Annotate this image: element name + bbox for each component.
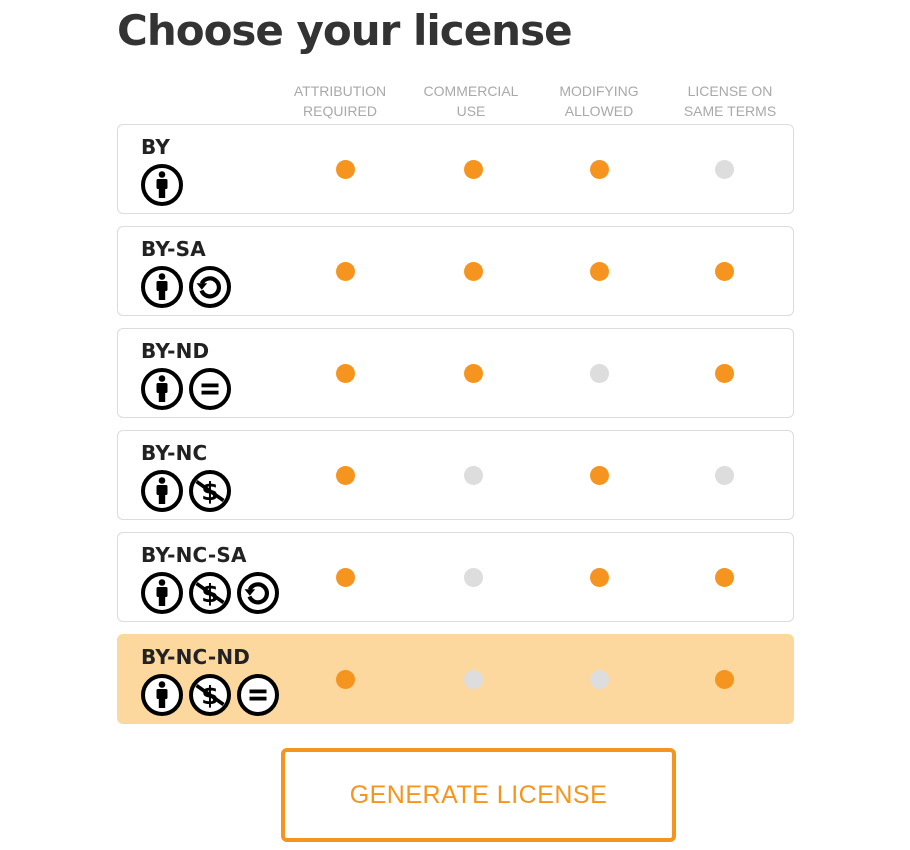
column-header-same-terms: License on Same Terms: [683, 83, 777, 119]
column-header-attribution: Attribution Required: [293, 83, 387, 119]
feature-off-dot-commercial: [463, 568, 483, 587]
license-icons: $: [140, 469, 232, 512]
license-name: BY-SA: [141, 237, 206, 261]
feature-off-dot-commercial: [463, 466, 483, 485]
feature-on-dot-attribution: [335, 262, 355, 281]
license-name: BY-NC-ND: [141, 645, 251, 669]
license-icons: $: [140, 673, 280, 716]
license-row-by-nc-sa[interactable]: BY-NC-SA $: [117, 532, 794, 622]
column-headers: Attribution Required Commercial Use Modi…: [0, 81, 910, 121]
license-row-by-sa[interactable]: BY-SA: [117, 226, 794, 316]
feature-on-dot-attribution: [335, 364, 355, 383]
feature-on-dot-commercial: [463, 160, 483, 179]
license-icons: $: [140, 571, 280, 614]
license-icons: [140, 367, 232, 410]
by-icon: [141, 572, 183, 614]
license-row-by-nc[interactable]: BY-NC $: [117, 430, 794, 520]
feature-off-dot-modifying: [589, 364, 609, 383]
feature-off-dot-same-terms: [714, 160, 734, 179]
by-icon: [141, 470, 183, 512]
license-row-by-nc-nd[interactable]: BY-NC-ND $: [117, 634, 794, 724]
feature-on-dot-attribution: [335, 466, 355, 485]
license-list: BY BY-SA BY-ND BY-NC $ BY-NC-SA $ BY-NC-ND $: [117, 124, 794, 736]
license-name: BY-ND: [141, 339, 210, 363]
by-icon: [141, 674, 183, 716]
feature-off-dot-same-terms: [714, 466, 734, 485]
feature-on-dot-same-terms: [714, 262, 734, 281]
license-name: BY-NC: [141, 441, 208, 465]
feature-on-dot-attribution: [335, 568, 355, 587]
column-header-modifying: Modifying Allowed: [559, 83, 639, 119]
license-row-by[interactable]: BY: [117, 124, 794, 214]
sa-icon: [237, 572, 279, 614]
nc-icon: $: [189, 674, 231, 716]
feature-on-dot-same-terms: [714, 670, 734, 689]
nc-icon: $: [189, 572, 231, 614]
license-name: BY: [141, 135, 171, 159]
license-icons: [140, 265, 232, 308]
generate-license-button[interactable]: GENERATE LICENSE: [281, 748, 676, 842]
by-icon: [141, 266, 183, 308]
feature-off-dot-modifying: [589, 670, 609, 689]
column-header-commercial: Commercial Use: [423, 83, 519, 119]
feature-on-dot-same-terms: [714, 364, 734, 383]
license-icons: [140, 163, 184, 206]
page-title: Choose your license: [117, 6, 573, 55]
feature-off-dot-commercial: [463, 670, 483, 689]
nd-icon: [237, 674, 279, 716]
nd-icon: [189, 368, 231, 410]
feature-on-dot-attribution: [335, 160, 355, 179]
feature-on-dot-modifying: [589, 160, 609, 179]
feature-on-dot-same-terms: [714, 568, 734, 587]
feature-on-dot-modifying: [589, 568, 609, 587]
nc-icon: $: [189, 470, 231, 512]
feature-on-dot-modifying: [589, 466, 609, 485]
license-row-by-nd[interactable]: BY-ND: [117, 328, 794, 418]
by-icon: [141, 164, 183, 206]
license-name: BY-NC-SA: [141, 543, 247, 567]
sa-icon: [189, 266, 231, 308]
feature-on-dot-modifying: [589, 262, 609, 281]
feature-on-dot-commercial: [463, 364, 483, 383]
feature-on-dot-commercial: [463, 262, 483, 281]
by-icon: [141, 368, 183, 410]
feature-on-dot-attribution: [335, 670, 355, 689]
